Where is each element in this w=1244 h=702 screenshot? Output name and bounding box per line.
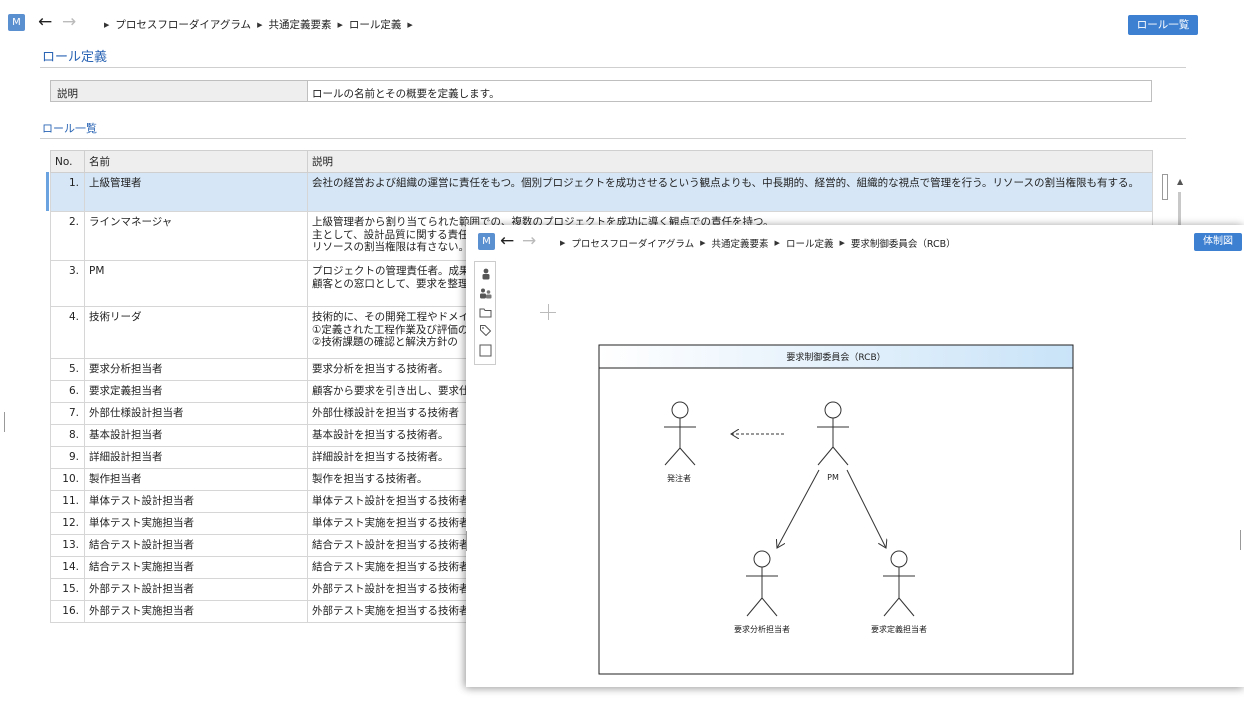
actor-label: 要求分析担当者 [734, 624, 790, 634]
row-number: 6. [50, 380, 85, 403]
actor-label: 発注者 [667, 473, 691, 483]
description-label: 説明 [51, 81, 308, 101]
breadcrumb-item[interactable]: プロセスフローダイアグラム [115, 17, 251, 32]
row-number: 8. [50, 424, 85, 447]
column-header-name[interactable]: 名前 [84, 150, 308, 173]
popup-resize-handle[interactable] [466, 531, 470, 551]
row-number: 5. [50, 358, 85, 381]
uml-diagram-canvas: 要求制御委員会（RCB） 発注者 PM 要求分析担当者 要求定義担当者 [598, 344, 1074, 675]
row-number: 2. [50, 211, 85, 261]
description-table: 説明 ロールの名前とその概要を定義します。 [50, 80, 1152, 102]
scroll-up-icon[interactable]: ▲ [1177, 177, 1183, 186]
role-name: 外部テスト実施担当者 [84, 600, 308, 623]
role-name: 要求分析担当者 [84, 358, 308, 381]
row-number: 13. [50, 534, 85, 557]
role-name: 外部テスト設計担当者 [84, 578, 308, 601]
table-row[interactable]: 1. 上級管理者 会社の経営および組織の運営に責任をもつ。個別プロジェクトを成功させ… [50, 172, 1153, 212]
role-name: 単体テスト実施担当者 [84, 512, 308, 535]
column-header-description[interactable]: 説明 [307, 150, 1153, 173]
row-number: 12. [50, 512, 85, 535]
diagram-popup: M ← → ▶ プロセスフローダイアグラム ▶ 共通定義要素 ▶ ロール定義 ▶… [466, 225, 1244, 687]
role-list-button[interactable]: ロール一覧 [1128, 15, 1198, 35]
breadcrumb-separator-icon: ▶ [337, 20, 343, 29]
diagram-frame[interactable] [598, 344, 1074, 675]
role-name: 基本設計担当者 [84, 424, 308, 447]
left-edge-handle[interactable] [4, 412, 7, 432]
row-number: 9. [50, 446, 85, 469]
selected-row-marker [46, 172, 49, 211]
role-name: 単体テスト設計担当者 [84, 490, 308, 513]
breadcrumb: ▶ プロセスフローダイアグラム ▶ 共通定義要素 ▶ ロール定義 ▶ [104, 17, 413, 32]
page-title: ロール定義 [42, 50, 108, 65]
row-number: 3. [50, 260, 85, 307]
row-number: 1. [50, 172, 85, 212]
role-list-title: ロール一覧 [42, 122, 97, 135]
row-number: 4. [50, 306, 85, 359]
row-number: 15. [50, 578, 85, 601]
breadcrumb-item[interactable]: 共通定義要素 [268, 17, 331, 32]
actor-label: 要求定義担当者 [871, 624, 927, 634]
role-name: 外部仕様設計担当者 [84, 402, 308, 425]
role-name: 結合テスト実施担当者 [84, 556, 308, 579]
row-number: 10. [50, 468, 85, 491]
row-scroll-handle[interactable] [1162, 174, 1168, 200]
breadcrumb-separator-icon: ▶ [104, 20, 110, 29]
breadcrumb-separator-icon: ▶ [407, 20, 413, 29]
menu-m-button[interactable]: M [8, 14, 25, 31]
right-edge-handle[interactable] [1240, 530, 1243, 550]
back-arrow-icon[interactable]: ← [38, 14, 52, 31]
forward-arrow-icon[interactable]: → [62, 14, 76, 31]
title-divider [40, 67, 1186, 68]
role-name: 技術リーダ [84, 306, 308, 359]
column-header-no[interactable]: No. [50, 150, 85, 173]
list-divider [40, 138, 1186, 139]
diagram-frame-title: 要求制御委員会（RCB） [786, 351, 885, 363]
role-name: 結合テスト設計担当者 [84, 534, 308, 557]
role-name: PM [84, 260, 308, 307]
role-name: 要求定義担当者 [84, 380, 308, 403]
row-number: 14. [50, 556, 85, 579]
table-header-row: No. 名前 説明 [50, 150, 1153, 173]
row-number: 7. [50, 402, 85, 425]
role-description: 会社の経営および組織の運営に責任をもつ。個別プロジェクトを成功させるという観点よ… [307, 172, 1153, 212]
row-number: 16. [50, 600, 85, 623]
description-line: 会社の経営および組織の運営に責任をもつ。個別プロジェクトを成功させるという観点よ… [312, 177, 1139, 189]
breadcrumb-item[interactable]: ロール定義 [349, 17, 402, 32]
role-name: 製作担当者 [84, 468, 308, 491]
actor-label: PM [827, 473, 839, 482]
scrollbar-track[interactable] [1178, 192, 1181, 226]
description-value: ロールの名前とその概要を定義します。 [312, 88, 500, 100]
role-name: ラインマネージャ [84, 211, 308, 261]
row-number: 11. [50, 490, 85, 513]
breadcrumb-separator-icon: ▶ [257, 20, 263, 29]
role-name: 上級管理者 [84, 172, 308, 212]
role-name: 詳細設計担当者 [84, 446, 308, 469]
